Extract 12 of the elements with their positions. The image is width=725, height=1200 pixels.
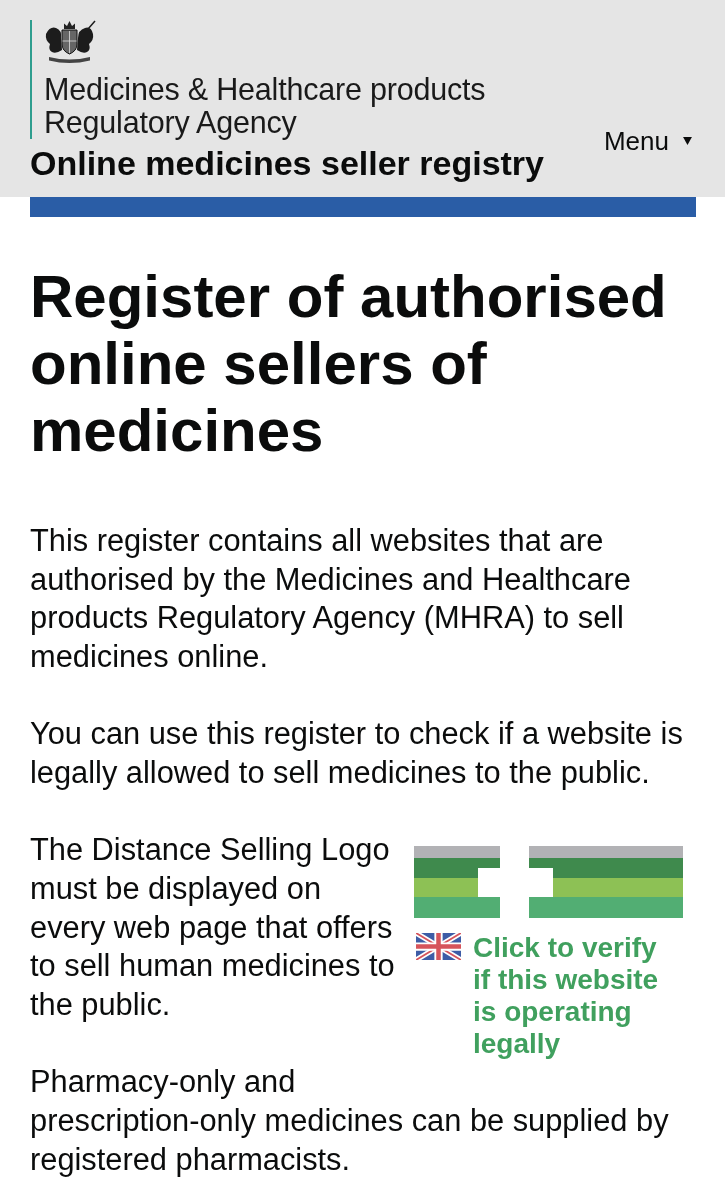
- verify-caption: Click to verify if this website is operating legally: [473, 932, 660, 1061]
- caret-icon: [683, 137, 692, 145]
- striped-cross-logo-icon: [414, 846, 683, 919]
- service-name: Online medicines seller registry: [30, 143, 544, 183]
- body-paragraph: The Distance Selling Logo must be displayed on every web page that offers to sell human medicines to the public.: [30, 832, 395, 1023]
- body-paragraph: Pharmacy-only and prescription-only medicines can be supplied by registered pharmacists.: [30, 1064, 669, 1177]
- menu-button[interactable]: Menu: [603, 126, 692, 156]
- flag-icon: [416, 933, 461, 961]
- agency-name: Medicines & Healthcare products Regulatory Agency: [44, 73, 486, 139]
- page-heading: Register of authorised online sellers of medicines: [30, 263, 668, 464]
- body-paragraph: You can use this register to check if a website is legally allowed to sell medicines to the public.: [30, 716, 683, 790]
- body-paragraph: This register contains all websites that are authorised by the Medicines and Healthcare products Regulatory Agency (MHRA) to sell medicines online.: [30, 523, 631, 675]
